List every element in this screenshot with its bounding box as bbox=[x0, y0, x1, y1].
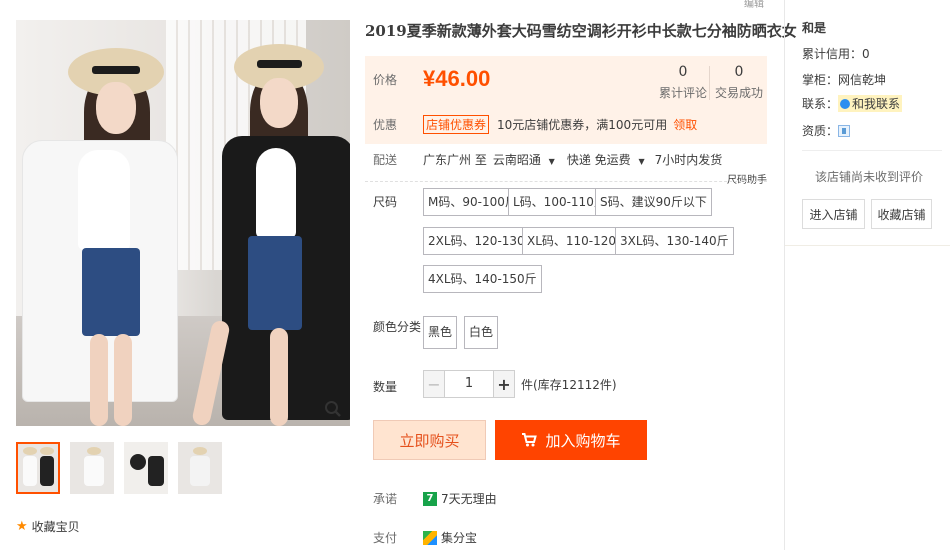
thumbnail-list bbox=[16, 442, 350, 494]
coupon-text: 10元店铺优惠券，满100元可用 bbox=[497, 118, 668, 132]
quantity-stepper: − 1 + 件(库存12112件) bbox=[423, 370, 617, 398]
price-panel: 价格 ¥ 46.00 0 累计评论 0 交易成功 优惠 店铺优惠券 10元店铺优… bbox=[365, 56, 767, 144]
owner-name[interactable]: 网信乾坤 bbox=[838, 71, 886, 88]
shop-credit: 累计信用：0 bbox=[802, 47, 870, 61]
quantity-input[interactable]: 1 bbox=[445, 370, 493, 398]
favorite-label: 收藏宝贝 bbox=[31, 520, 80, 534]
thumbnail-1[interactable] bbox=[16, 442, 60, 494]
size-helper-link[interactable]: 尺码助手 bbox=[727, 171, 767, 186]
contact-label: 联系： bbox=[802, 97, 839, 111]
trades-stat: 0 交易成功 bbox=[715, 64, 763, 101]
reviews-count: 0 bbox=[678, 64, 688, 80]
trades-count: 0 bbox=[734, 64, 744, 80]
caret-down-icon: ▼ bbox=[548, 157, 555, 166]
promise-label: 承诺 bbox=[373, 492, 398, 506]
qualification-label: 资质： bbox=[802, 124, 839, 138]
quantity-label: 数量 bbox=[373, 380, 398, 394]
size-option[interactable]: S码、建议90斤以下 bbox=[595, 188, 712, 216]
jifenbao-icon bbox=[423, 530, 437, 545]
cart-icon bbox=[522, 433, 538, 447]
shop-card: 和是 累计信用：0 掌柜： 网信乾坤 联系： 和我联系 资质： 该店铺尚未收到评… bbox=[785, 0, 950, 246]
size-option[interactable]: 3XL码、130-140斤 bbox=[615, 227, 734, 255]
add-to-cart-button[interactable]: 加入购物车 bbox=[495, 420, 647, 460]
owner-label: 掌柜： bbox=[802, 73, 839, 87]
thumbnail-3[interactable] bbox=[124, 442, 168, 494]
star-icon: ★ bbox=[16, 519, 28, 534]
price-value: 46.00 bbox=[435, 66, 491, 91]
shipping-from: 广东广州 至 bbox=[423, 153, 487, 167]
buy-now-button[interactable]: 立即购买 bbox=[373, 420, 486, 460]
enter-shop-button[interactable]: 进入店铺 bbox=[802, 199, 865, 229]
shipping-row: 配送 广东广州 至 云南昭通 ▼ 快递 免运费 ▼ 7小时内发货 bbox=[373, 151, 722, 168]
shipping-destination[interactable]: 云南昭通 ▼ bbox=[493, 151, 555, 168]
zoom-icon[interactable] bbox=[324, 400, 342, 418]
favorite-item-button[interactable]: ★ 收藏宝贝 bbox=[16, 518, 80, 535]
section-divider bbox=[365, 181, 767, 182]
shop-qualification-row: 资质： bbox=[802, 122, 851, 139]
product-title: 2019夏季新款薄外套大码雪纺空调衫开衫中长款七分袖防晒衣女 bbox=[365, 22, 797, 40]
shop-panel: 和是 累计信用：0 掌柜： 网信乾坤 联系： 和我联系 资质： 该店铺尚未收到评… bbox=[784, 0, 950, 550]
caret-down-icon: ▼ bbox=[638, 157, 645, 166]
payment-row: 支付 集分宝 bbox=[373, 529, 477, 546]
shop-divider bbox=[802, 150, 942, 151]
quantity-minus-button[interactable]: − bbox=[423, 370, 445, 398]
promo-label: 优惠 bbox=[373, 118, 398, 132]
add-to-cart-label: 加入购物车 bbox=[545, 431, 621, 450]
shipping-method[interactable]: 快递 免运费 ▼ bbox=[567, 151, 645, 168]
favorite-shop-button[interactable]: 收藏店铺 bbox=[871, 199, 932, 229]
shop-no-rating: 该店铺尚未收到评价 bbox=[815, 170, 924, 184]
shop-contact-row: 联系： 和我联系 bbox=[802, 95, 903, 112]
quantity-plus-button[interactable]: + bbox=[493, 370, 515, 398]
shipping-time: 7小时内发货 bbox=[654, 153, 723, 167]
color-option-white[interactable]: 白色 bbox=[464, 316, 499, 349]
thumbnail-4[interactable] bbox=[178, 442, 222, 494]
trades-label: 交易成功 bbox=[715, 86, 764, 100]
reviews-stat[interactable]: 0 累计评论 bbox=[659, 64, 707, 101]
seven-day-return-icon: 7 bbox=[423, 491, 437, 506]
shipping-method-text: 快递 免运费 bbox=[566, 153, 631, 167]
price-currency: ¥ bbox=[423, 66, 436, 91]
shipping-label: 配送 bbox=[373, 153, 398, 167]
coupon-get-link[interactable]: 领取 bbox=[673, 116, 697, 133]
color-option-black[interactable]: 黑色 bbox=[423, 316, 458, 349]
coupon-tag: 店铺优惠券 bbox=[423, 115, 490, 134]
stat-divider bbox=[709, 66, 710, 100]
price-label: 价格 bbox=[373, 72, 398, 87]
contact-button[interactable]: 和我联系 bbox=[838, 95, 903, 112]
size-option[interactable]: 4XL码、140-150斤 bbox=[423, 265, 542, 293]
main-product-image[interactable] bbox=[16, 20, 350, 426]
thumbnail-2[interactable] bbox=[70, 442, 114, 494]
payment-label: 支付 bbox=[373, 531, 398, 545]
shipping-destination-text: 云南昭通 bbox=[492, 153, 541, 167]
shop-name[interactable]: 和是 bbox=[802, 19, 826, 36]
size-label: 尺码 bbox=[373, 195, 398, 209]
promise-row: 承诺 7 7天无理由 bbox=[373, 490, 497, 507]
wangwang-icon bbox=[840, 98, 851, 109]
reviews-label: 累计评论 bbox=[659, 86, 708, 100]
payment-text[interactable]: 集分宝 bbox=[441, 529, 477, 546]
color-label: 颜色分类 bbox=[373, 320, 422, 334]
edit-link[interactable]: 编辑 bbox=[744, 0, 764, 10]
contact-button-label: 和我联系 bbox=[852, 97, 901, 111]
product-gallery bbox=[16, 20, 350, 494]
certificate-icon[interactable] bbox=[838, 124, 851, 137]
shop-owner-row: 掌柜： 网信乾坤 bbox=[802, 71, 886, 88]
stock-text: 件(库存12112件) bbox=[521, 377, 617, 392]
promise-text[interactable]: 7天无理由 bbox=[441, 490, 497, 507]
